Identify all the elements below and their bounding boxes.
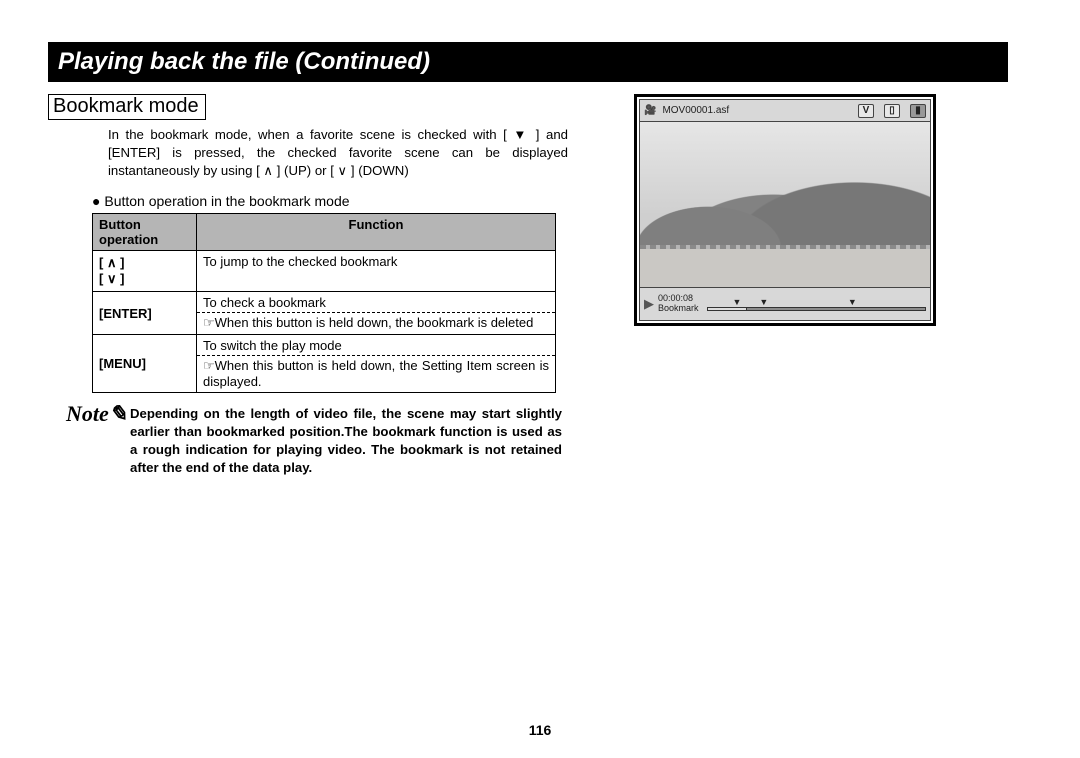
preview-mode-label: Bookmark — [658, 304, 699, 314]
button-enter-label: [ENTER] — [93, 292, 197, 335]
preview-bottom-bar: ▶ 00:00:08 Bookmark ▼▼ ▼ — [639, 287, 931, 321]
camera-icon: 🎥 — [644, 105, 656, 116]
button-up-label: [ ∧ ] — [99, 255, 190, 271]
function-line: To switch the play mode — [197, 335, 555, 355]
section-title: Playing back the file (Continued) — [48, 42, 1008, 82]
function-note: ☞When this button is held down, the Sett… — [197, 356, 555, 392]
table-row: [MENU] To switch the play mode ☞When thi… — [93, 335, 556, 393]
preview-screen: 🎥 MOV00001.asf V ▯ ▮ — [634, 94, 936, 326]
page-number: 116 — [0, 722, 1080, 738]
battery-icon: ▮ — [910, 104, 926, 118]
bookmark-markers: ▼▼ ▼ — [707, 297, 875, 307]
note-label: Note✎ — [66, 401, 130, 472]
preview-filename: MOV00001.asf — [662, 105, 729, 116]
table-row: [ENTER] To check a bookmark ☞When this b… — [93, 292, 556, 335]
function-cell: To check a bookmark ☞When this button is… — [197, 292, 556, 335]
operation-table: Button operation Function [ ∧ ] [ ∨ ] To… — [92, 213, 556, 393]
table-header-button: Button operation — [93, 214, 197, 251]
table-header-function: Function — [197, 214, 556, 251]
function-note: ☞When this button is held down, the book… — [197, 313, 555, 334]
progress-bar — [707, 307, 926, 311]
preview-top-bar: 🎥 MOV00001.asf V ▯ ▮ — [639, 99, 931, 121]
button-menu-label: [MENU] — [93, 335, 197, 393]
bullet-heading: Button operation in the bookmark mode — [92, 193, 568, 209]
function-line: To check a bookmark — [197, 292, 555, 312]
button-down-label: [ ∨ ] — [99, 271, 190, 287]
note-text: Depending on the length of video file, t… — [130, 405, 562, 476]
function-cell: To jump to the checked bookmark — [197, 251, 556, 292]
table-row: [ ∧ ] [ ∨ ] To jump to the checked bookm… — [93, 251, 556, 292]
state-icon: ▯ — [884, 104, 900, 118]
mode-badge: V — [858, 104, 874, 118]
function-cell: To switch the play mode ☞When this butto… — [197, 335, 556, 393]
preview-image — [639, 121, 931, 287]
subsection-heading: Bookmark mode — [48, 94, 206, 120]
intro-paragraph: In the bookmark mode, when a favorite sc… — [48, 126, 568, 179]
play-icon: ▶ — [644, 296, 654, 312]
